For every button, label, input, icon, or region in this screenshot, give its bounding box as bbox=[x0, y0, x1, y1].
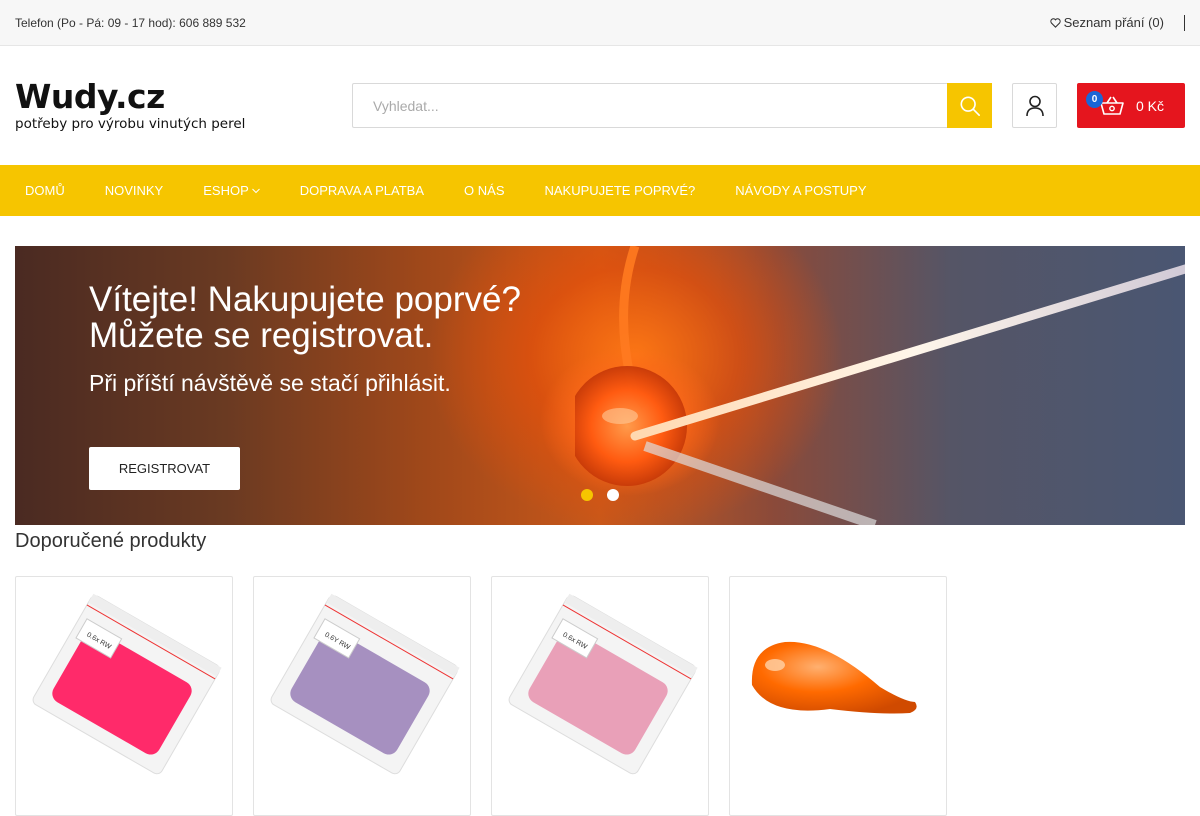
user-icon bbox=[1025, 95, 1044, 116]
cart-count-badge: 0 bbox=[1086, 91, 1103, 108]
nav-label: O NÁS bbox=[464, 183, 505, 198]
search-icon bbox=[959, 95, 980, 116]
search-input[interactable] bbox=[352, 83, 947, 128]
nav-item-navody[interactable]: NÁVODY A POSTUPY bbox=[715, 165, 886, 216]
cart-total: 0 Kč bbox=[1136, 97, 1165, 114]
product-image-pink-frit: 0.6x RW bbox=[32, 593, 222, 775]
nav-label: NÁVODY A POSTUPY bbox=[735, 183, 867, 198]
account-button[interactable] bbox=[1012, 83, 1057, 128]
featured-products-title: Doporučené produkty bbox=[15, 530, 207, 552]
basket-icon bbox=[1100, 96, 1124, 115]
hero-title-line1: Vítejte! Nakupujete poprvé? bbox=[89, 280, 521, 319]
hero-slider[interactable]: Vítejte! Nakupujete poprvé? Můžete se re… bbox=[15, 246, 1185, 525]
slider-dot-2[interactable] bbox=[607, 489, 619, 501]
product-card[interactable]: 0.6Y RW bbox=[253, 576, 471, 816]
nav-item-o-nas[interactable]: O NÁS bbox=[444, 165, 524, 216]
product-image-orange-bead bbox=[751, 641, 917, 714]
nav-item-domu[interactable]: DOMŮ bbox=[5, 165, 85, 216]
phone-info: Telefon (Po - Pá: 09 - 17 hod): 606 889 … bbox=[15, 15, 246, 30]
logo[interactable]: Wudy.cz potřeby pro výrobu vinutých pere… bbox=[15, 80, 245, 132]
product-image-lilac-frit: 0.6Y RW bbox=[270, 593, 460, 775]
product-grid: 0.6x RW 0.6Y RW 0.6x RW bbox=[15, 576, 947, 816]
hero-text: Vítejte! Nakupujete poprvé? Můžete se re… bbox=[89, 282, 521, 397]
chevron-down-icon bbox=[251, 188, 260, 193]
hero-subtitle: Při příští návštěvě se stačí přihlásit. bbox=[89, 370, 451, 396]
nav-label: NOVINKY bbox=[104, 183, 164, 198]
hero-title-line2: Můžete se registrovat. bbox=[89, 316, 434, 355]
wishlist-link[interactable]: Seznam přání (0) bbox=[1049, 15, 1164, 30]
register-button[interactable]: REGISTROVAT bbox=[89, 447, 240, 490]
top-bar-right: Seznam přání (0) bbox=[1049, 14, 1185, 31]
product-card[interactable]: 0.6x RW bbox=[491, 576, 709, 816]
nav-item-novinky[interactable]: NOVINKY bbox=[85, 165, 184, 216]
nav-label: ESHOP bbox=[203, 183, 249, 198]
nav-label: NAKUPUJETE POPRVÉ? bbox=[544, 183, 696, 198]
hero-background-image bbox=[575, 246, 1185, 525]
nav-item-nakupujete-poprve[interactable]: NAKUPUJETE POPRVÉ? bbox=[525, 165, 716, 216]
nav-label: DOMŮ bbox=[25, 183, 65, 198]
main-nav: DOMŮ NOVINKY ESHOP DOPRAVA A PLATBA O NÁ… bbox=[0, 165, 1200, 216]
slider-dots bbox=[581, 489, 619, 501]
header: Wudy.cz potřeby pro výrobu vinutých pere… bbox=[0, 46, 1200, 165]
slider-dot-1[interactable] bbox=[581, 489, 593, 501]
top-bar: Telefon (Po - Pá: 09 - 17 hod): 606 889 … bbox=[0, 0, 1200, 46]
nav-label: DOPRAVA A PLATBA bbox=[299, 183, 425, 198]
product-card[interactable] bbox=[729, 576, 947, 816]
nav-item-doprava[interactable]: DOPRAVA A PLATBA bbox=[280, 165, 444, 216]
heart-outline-icon bbox=[1049, 17, 1061, 28]
search-button[interactable] bbox=[947, 83, 992, 128]
product-card[interactable]: 0.6x RW bbox=[15, 576, 233, 816]
wishlist-label: Seznam přání (0) bbox=[1063, 15, 1164, 30]
cart-button[interactable]: 0 0 Kč bbox=[1077, 83, 1185, 128]
nav-item-eshop[interactable]: ESHOP bbox=[183, 165, 280, 216]
top-bar-divider bbox=[1184, 14, 1185, 31]
logo-subtitle: potřeby pro výrobu vinutých perel bbox=[15, 116, 246, 132]
search-form bbox=[352, 83, 992, 128]
product-image-rose-frit: 0.6x RW bbox=[508, 593, 698, 775]
logo-title: Wudy.cz bbox=[15, 77, 165, 116]
